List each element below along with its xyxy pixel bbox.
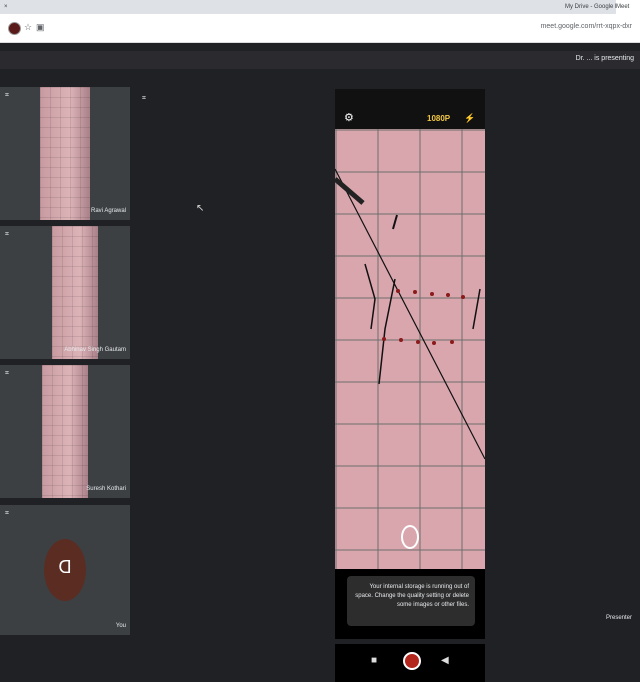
participant-tile-2[interactable]: ⌗ Abhinav Singh Gautam (0, 226, 130, 359)
camera-viewfinder (335, 129, 485, 569)
avatar-initial: D (58, 557, 72, 577)
storage-toast: Your internal storage is running out of … (347, 576, 475, 626)
pin-icon[interactable]: ⌗ (5, 92, 9, 100)
presenter-label: Presenter (605, 615, 632, 621)
toast-message: Your internal storage is running out of … (355, 584, 469, 608)
extensions-icon[interactable]: ▣ (36, 22, 45, 33)
profile-avatar[interactable] (8, 22, 21, 35)
camera-top-bar: ⚙ 1080P ⚡ (335, 89, 485, 129)
pin-icon[interactable]: ⌗ (5, 510, 9, 518)
address-bar: ☆ ▣ meet.google.com/rrt-xqpx-dxr (0, 14, 640, 43)
presenting-text: Dr. ... is presenting (575, 55, 634, 62)
back-icon[interactable]: ◀ (441, 655, 449, 666)
url-text[interactable]: meet.google.com/rrt-xqpx-dxr (541, 23, 632, 30)
participant-name: Abhinav Singh Gautam (64, 347, 126, 353)
mouse-cursor-icon: ↖ (196, 203, 205, 214)
participant-tile-1[interactable]: ⌗ Ravi Agrawal (0, 87, 130, 220)
suture-image (335, 168, 485, 460)
resolution-label[interactable]: 1080P (427, 114, 450, 123)
recents-icon[interactable]: ■ (371, 655, 377, 666)
participant-name: Suresh Kothari (86, 486, 126, 492)
phone-nav-bar: ■ ◀ (335, 644, 485, 682)
participant-name: Ravi Agrawal (90, 208, 126, 214)
record-button[interactable] (403, 652, 421, 670)
flash-icon[interactable]: ⚡ (464, 113, 475, 124)
star-icon[interactable]: ☆ (24, 22, 32, 33)
tab-meet[interactable]: Meet (616, 0, 640, 14)
participant-name: You (115, 623, 126, 629)
pin-icon[interactable]: ⌗ (142, 95, 146, 103)
focus-ring (401, 525, 419, 549)
participant-video (52, 226, 98, 359)
tab-label: Meet (616, 4, 630, 10)
shared-screen: ⚙ 1080P ⚡ Your internal storage is runni… (335, 89, 485, 682)
presenting-banner: Dr. ... is presenting (0, 51, 640, 69)
avatar: D (44, 539, 86, 601)
pin-icon[interactable]: ⌗ (5, 231, 9, 239)
tab-drive[interactable]: My Drive - Google Drive (565, 0, 629, 14)
tab-close-icon[interactable]: × (4, 0, 14, 14)
participant-video (42, 365, 88, 498)
meet-stage: Dr. ... is presenting ⌗ Ravi Agrawal ⌗ A… (0, 43, 640, 682)
participant-tile-3[interactable]: ⌗ Suresh Kothari (0, 365, 130, 498)
participant-video (40, 87, 90, 220)
settings-icon[interactable]: ⚙ (344, 111, 354, 124)
self-tile[interactable]: ⌗ D You (0, 505, 130, 635)
pin-icon[interactable]: ⌗ (5, 370, 9, 378)
tab-strip: My Drive - Google Drive Meet × (0, 0, 640, 14)
